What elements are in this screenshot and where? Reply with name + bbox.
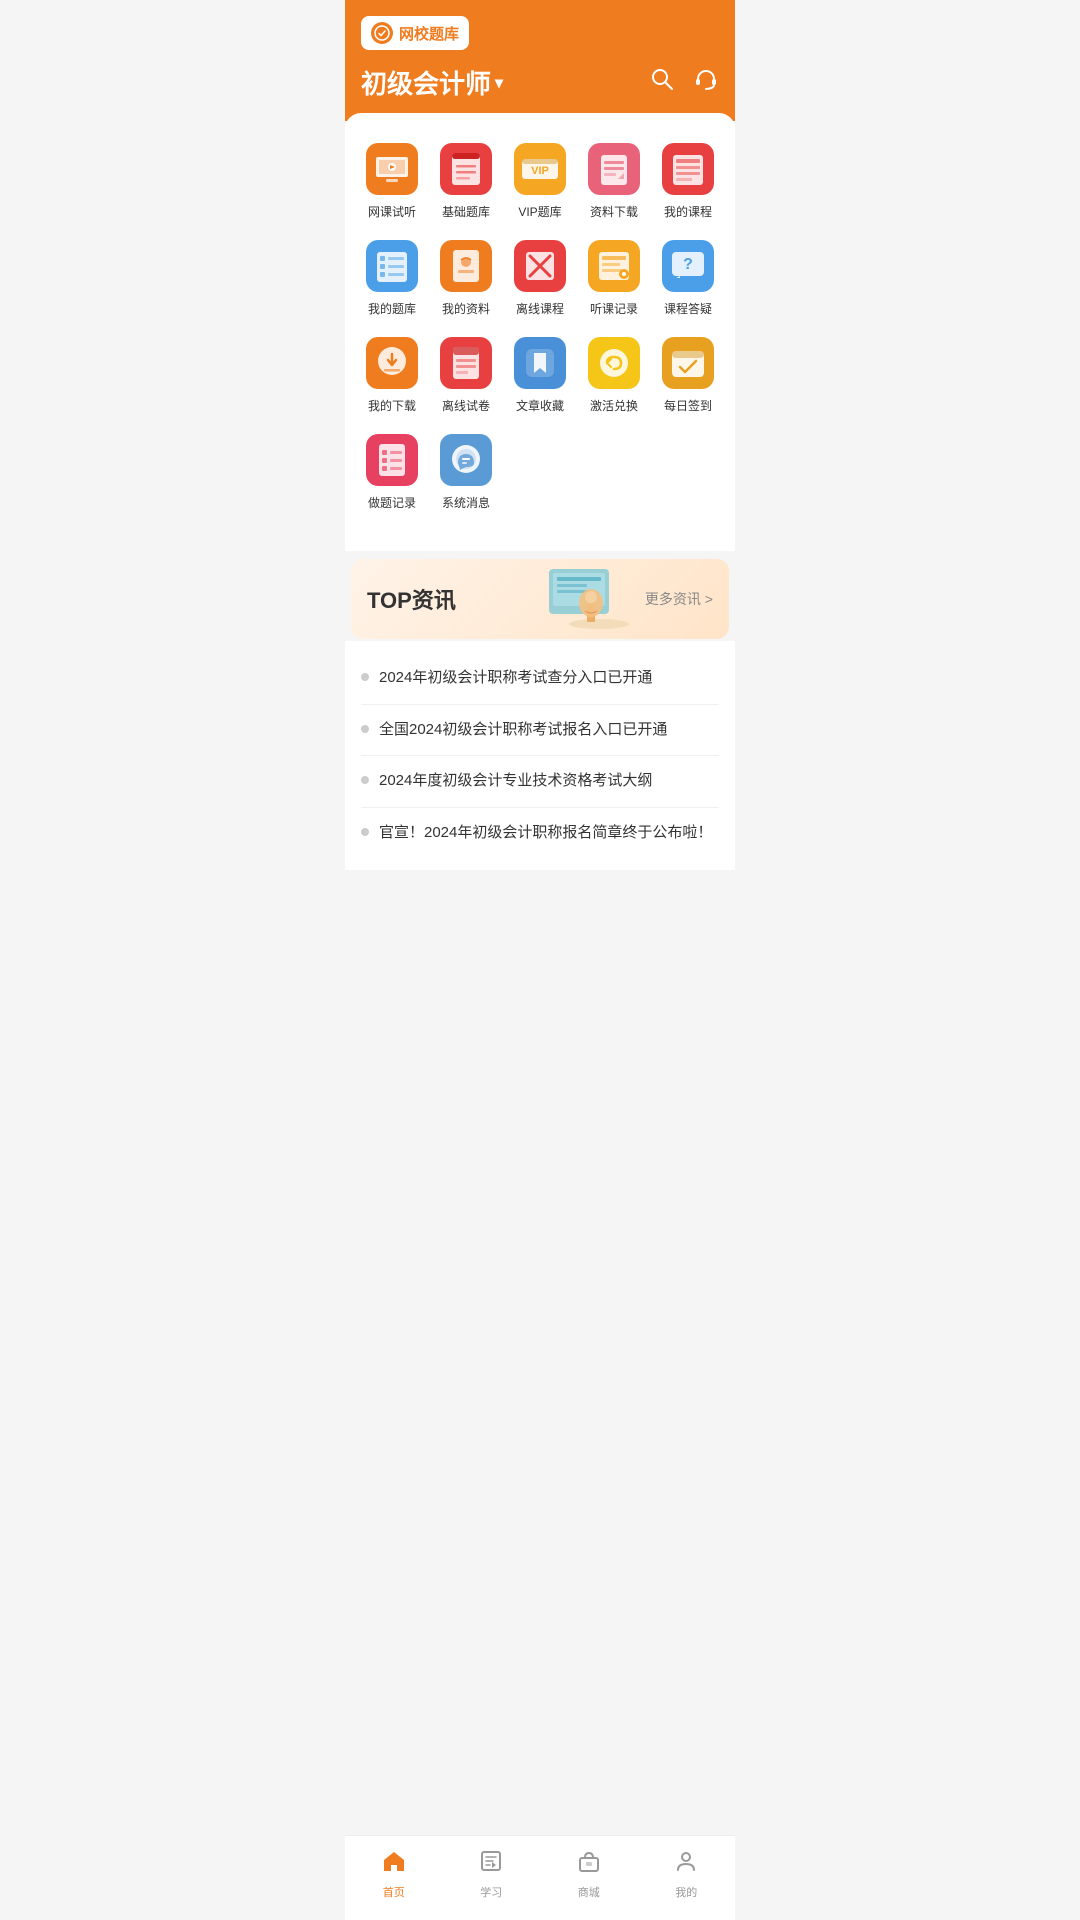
news-banner-illustration: [529, 559, 649, 639]
grid-label-wodetiku: 我的题库: [368, 300, 416, 317]
icon-grid: 网课试听 基础题库 VIP: [355, 133, 725, 521]
grid-item-jihuozhihuan[interactable]: 激活兑换: [577, 327, 651, 424]
news-section-title: TOP资讯: [367, 583, 456, 615]
grid-label-viptiku: VIP题库: [518, 203, 561, 220]
header-bottom: 初级会计师 ▾: [361, 64, 719, 101]
grid-item-ziliao[interactable]: 资料下载: [577, 133, 651, 230]
grid-item-lixiankecheng[interactable]: 离线课程: [503, 230, 577, 327]
svg-text:?: ?: [683, 256, 693, 273]
bottom-nav: 首页 学习 商城 我的: [345, 1835, 735, 1920]
news-text-1: 2024年初级会计职称考试查分入口已开通: [379, 667, 652, 690]
news-item-3[interactable]: 2024年度初级会计专业技术资格考试大纲: [361, 756, 719, 808]
grid-item-jichutiku[interactable]: 基础题库: [429, 133, 503, 230]
grid-item-wodetiku[interactable]: 我的题库: [355, 230, 429, 327]
shop-icon: [576, 1848, 602, 1881]
news-dot-4: [361, 828, 369, 836]
nav-mine-label: 我的: [675, 1884, 697, 1900]
search-button[interactable]: [649, 66, 675, 99]
grid-label-wenzhang: 文章收藏: [516, 397, 564, 414]
grid-label-xitonxiaoxi: 系统消息: [442, 494, 490, 511]
news-item-2[interactable]: 全国2024初级会计职称考试报名入口已开通: [361, 705, 719, 757]
nav-study-label: 学习: [480, 1884, 502, 1900]
headset-button[interactable]: [693, 66, 719, 99]
header: 网校题库 初级会计师 ▾: [345, 0, 735, 121]
grid-label-kechengdayi: 课程答疑: [664, 300, 712, 317]
grid-item-lixianshijuan[interactable]: 离线试卷: [429, 327, 503, 424]
grid-item-wodekecheng[interactable]: 我的课程: [651, 133, 725, 230]
nav-home-label: 首页: [383, 1884, 405, 1900]
grid-item-xitonxiaoxi[interactable]: 系统消息: [429, 424, 503, 521]
nav-mine[interactable]: 我的: [653, 1844, 719, 1904]
grid-item-tingjilu[interactable]: 听课记录: [577, 230, 651, 327]
news-item-4[interactable]: 官宣！2024年初级会计职称报名简章终于公布啦！: [361, 808, 719, 859]
grid-label-meiriqiandao: 每日签到: [664, 397, 712, 414]
news-text-3: 2024年度初级会计专业技术资格考试大纲: [379, 770, 652, 793]
grid-label-jihuozhihuan: 激活兑换: [590, 397, 638, 414]
grid-item-wodexiazai[interactable]: 我的下载: [355, 327, 429, 424]
grid-label-ziliao: 资料下载: [590, 203, 638, 220]
grid-label-lixianshijuan: 离线试卷: [442, 397, 490, 414]
page-title[interactable]: 初级会计师 ▾: [361, 64, 503, 101]
grid-label-tingjilu: 听课记录: [590, 300, 638, 317]
logo-box[interactable]: 网校题库: [361, 16, 469, 50]
grid-label-wodeziliao: 我的资料: [442, 300, 490, 317]
news-text-4: 官宣！2024年初级会计职称报名简章终于公布啦！: [379, 822, 712, 845]
svg-text:VIP: VIP: [531, 165, 549, 177]
grid-label-zuotijilu: 做题记录: [368, 494, 416, 511]
main-content: 网课试听 基础题库 VIP: [345, 113, 735, 551]
header-logo: 网校题库: [361, 16, 719, 50]
grid-label-wodekecheng: 我的课程: [664, 203, 712, 220]
mine-icon: [673, 1848, 699, 1881]
grid-item-kechengdayi[interactable]: ? 课程答疑: [651, 230, 725, 327]
news-more-button[interactable]: 更多资讯 >: [645, 589, 713, 609]
grid-item-wodeziliao[interactable]: 我的资料: [429, 230, 503, 327]
grid-item-wangke[interactable]: 网课试听: [355, 133, 429, 230]
grid-item-meiriqiandao[interactable]: 每日签到: [651, 327, 725, 424]
news-banner: TOP资讯 更多资讯 >: [351, 559, 729, 639]
grid-label-wodexiazai: 我的下载: [368, 397, 416, 414]
grid-label-jichutiku: 基础题库: [442, 203, 490, 220]
grid-label-wangke: 网课试听: [368, 203, 416, 220]
news-dot-1: [361, 673, 369, 681]
news-dot-2: [361, 725, 369, 733]
logo-text: 网校题库: [399, 23, 459, 44]
nav-study[interactable]: 学习: [458, 1844, 524, 1904]
news-item-1[interactable]: 2024年初级会计职称考试查分入口已开通: [361, 653, 719, 705]
grid-item-viptiku[interactable]: VIP VIP题库: [503, 133, 577, 230]
grid-label-lixiankecheng: 离线课程: [516, 300, 564, 317]
news-list: 2024年初级会计职称考试查分入口已开通 全国2024初级会计职称考试报名入口已…: [345, 641, 735, 870]
nav-home[interactable]: 首页: [361, 1844, 427, 1904]
home-icon: [381, 1848, 407, 1881]
study-icon: [478, 1848, 504, 1881]
grid-item-wenzhangshoucang[interactable]: 文章收藏: [503, 327, 577, 424]
news-text-2: 全国2024初级会计职称考试报名入口已开通: [379, 719, 667, 742]
grid-item-zuotijilu[interactable]: 做题记录: [355, 424, 429, 521]
nav-shop-label: 商城: [578, 1884, 600, 1900]
header-icons: [649, 66, 719, 99]
nav-shop[interactable]: 商城: [556, 1844, 622, 1904]
news-dot-3: [361, 776, 369, 784]
title-dropdown-arrow: ▾: [495, 73, 503, 93]
logo-icon: [371, 22, 393, 44]
news-section: TOP资讯 更多资讯 > 2024年初级会计职称考试查分入口已开通: [345, 559, 735, 878]
